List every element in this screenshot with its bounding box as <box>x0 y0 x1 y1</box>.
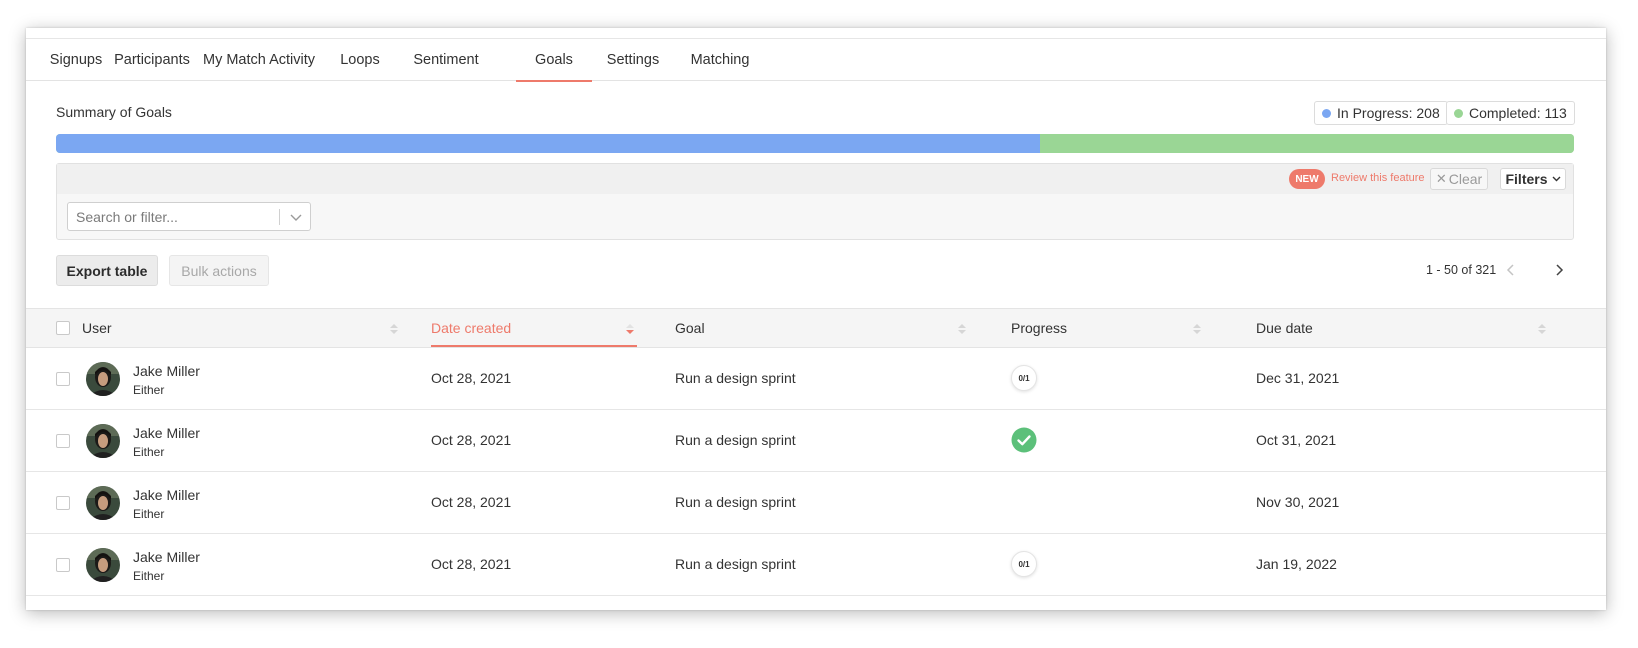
user-avatar-icon <box>86 424 120 458</box>
sort-desc-icon[interactable] <box>624 322 636 336</box>
tab-sentiment[interactable]: Sentiment <box>408 39 484 81</box>
summary-title: Summary of Goals <box>56 104 172 120</box>
tab-bar: Signups Participants My Match Activity L… <box>26 39 1606 82</box>
tab-my-match-activity[interactable]: My Match Activity <box>203 39 315 81</box>
sort-icon[interactable] <box>388 322 400 336</box>
table-row[interactable]: Jake Miller Either Oct 28, 2021 Run a de… <box>26 410 1606 472</box>
review-feature-link[interactable]: Review this feature <box>1331 172 1425 184</box>
filters-label: Filters <box>1505 171 1548 187</box>
progress-segment-in-progress <box>56 134 1040 153</box>
chevron-left-icon[interactable] <box>1502 261 1520 279</box>
user-role: Either <box>133 569 165 583</box>
goal-cell[interactable]: Run a design sprint <box>675 370 796 386</box>
sort-icon[interactable] <box>1191 322 1203 336</box>
bulk-actions-button[interactable]: Bulk actions <box>169 255 269 286</box>
in-progress-label: In Progress: 208 <box>1337 105 1440 121</box>
user-name[interactable]: Jake Miller <box>133 549 200 565</box>
clear-button[interactable]: ✕ Clear <box>1430 168 1488 190</box>
progress-badge: 0/1 <box>1011 365 1037 391</box>
column-header-user[interactable]: User <box>82 309 112 347</box>
avatar[interactable] <box>86 424 120 458</box>
avatar[interactable] <box>86 486 120 520</box>
top-strip <box>26 28 1606 39</box>
due-date-cell: Dec 31, 2021 <box>1256 370 1340 386</box>
export-table-button[interactable]: Export table <box>56 255 158 286</box>
pagination-text: 1 - 50 of 321 <box>1426 263 1497 277</box>
goal-cell[interactable]: Run a design sprint <box>675 556 796 572</box>
user-role: Either <box>133 507 165 521</box>
column-header-date-created[interactable]: Date created <box>431 309 511 347</box>
chevron-down-icon <box>1552 176 1560 182</box>
completed-legend: Completed: 113 <box>1446 101 1575 125</box>
tab-signups[interactable]: Signups <box>50 39 102 81</box>
new-badge: NEW <box>1289 169 1325 189</box>
date-created-cell: Oct 28, 2021 <box>431 556 512 572</box>
column-header-due-date[interactable]: Due date <box>1256 309 1313 347</box>
search-input[interactable] <box>68 203 278 230</box>
tab-settings[interactable]: Settings <box>602 39 664 81</box>
close-icon: ✕ <box>1435 171 1447 186</box>
date-created-cell: Oct 28, 2021 <box>431 432 512 448</box>
in-progress-dot-icon <box>1322 108 1331 118</box>
column-header-goal[interactable]: Goal <box>675 309 705 347</box>
search-box <box>67 202 311 231</box>
goal-cell[interactable]: Run a design sprint <box>675 494 796 510</box>
user-role: Either <box>133 445 165 459</box>
chevron-right-icon[interactable] <box>1550 261 1568 279</box>
user-name[interactable]: Jake Miller <box>133 425 200 441</box>
column-header-progress[interactable]: Progress <box>1011 309 1067 347</box>
user-name[interactable]: Jake Miller <box>133 487 200 503</box>
check-circle-icon <box>1011 427 1037 453</box>
user-avatar-icon <box>86 548 120 582</box>
completed-dot-icon <box>1454 108 1463 118</box>
goal-cell[interactable]: Run a design sprint <box>675 432 796 448</box>
due-date-cell: Jan 19, 2022 <box>1256 556 1337 572</box>
row-checkbox[interactable] <box>56 496 70 510</box>
row-checkbox[interactable] <box>56 372 70 386</box>
sorted-column-underline <box>431 345 637 347</box>
date-created-cell: Oct 28, 2021 <box>431 370 512 386</box>
user-name[interactable]: Jake Miller <box>133 363 200 379</box>
tab-goals[interactable]: Goals <box>516 39 592 82</box>
clear-label: Clear <box>1448 171 1483 187</box>
progress-badge: 0/1 <box>1011 551 1037 577</box>
avatar[interactable] <box>86 362 120 396</box>
tab-matching[interactable]: Matching <box>686 39 754 81</box>
avatar[interactable] <box>86 548 120 582</box>
completed-label: Completed: 113 <box>1469 105 1567 121</box>
filter-panel-header: NEW Review this feature ✕ Clear Filters <box>57 164 1573 194</box>
due-date-cell: Oct 31, 2021 <box>1256 432 1337 448</box>
user-role: Either <box>133 383 165 397</box>
chevron-down-icon[interactable] <box>284 208 308 226</box>
progress-segment-completed <box>1039 134 1574 153</box>
filter-panel: NEW Review this feature ✕ Clear Filters <box>56 163 1574 240</box>
in-progress-legend: In Progress: 208 <box>1314 101 1448 125</box>
sort-icon[interactable] <box>1536 322 1548 336</box>
select-all-checkbox[interactable] <box>56 321 70 335</box>
goals-progress-bar <box>56 134 1574 153</box>
date-created-cell: Oct 28, 2021 <box>431 494 512 510</box>
table-row[interactable]: Jake Miller Either Oct 28, 2021 Run a de… <box>26 348 1606 410</box>
filters-button[interactable]: Filters <box>1500 168 1566 190</box>
row-checkbox[interactable] <box>56 558 70 572</box>
tab-participants[interactable]: Participants <box>114 39 190 81</box>
user-avatar-icon <box>86 362 120 396</box>
table-row[interactable]: Jake Miller Either Oct 28, 2021 Run a de… <box>26 472 1606 534</box>
due-date-cell: Nov 30, 2021 <box>1256 494 1340 510</box>
tab-loops[interactable]: Loops <box>336 39 384 81</box>
app-window: Signups Participants My Match Activity L… <box>26 28 1606 610</box>
row-checkbox[interactable] <box>56 434 70 448</box>
table-header: User Date created Goal Progress Due date <box>26 308 1606 348</box>
table-row[interactable]: Jake Miller Either Oct 28, 2021 Run a de… <box>26 534 1606 596</box>
user-avatar-icon <box>86 486 120 520</box>
sort-icon[interactable] <box>956 322 968 336</box>
search-divider <box>279 209 280 225</box>
